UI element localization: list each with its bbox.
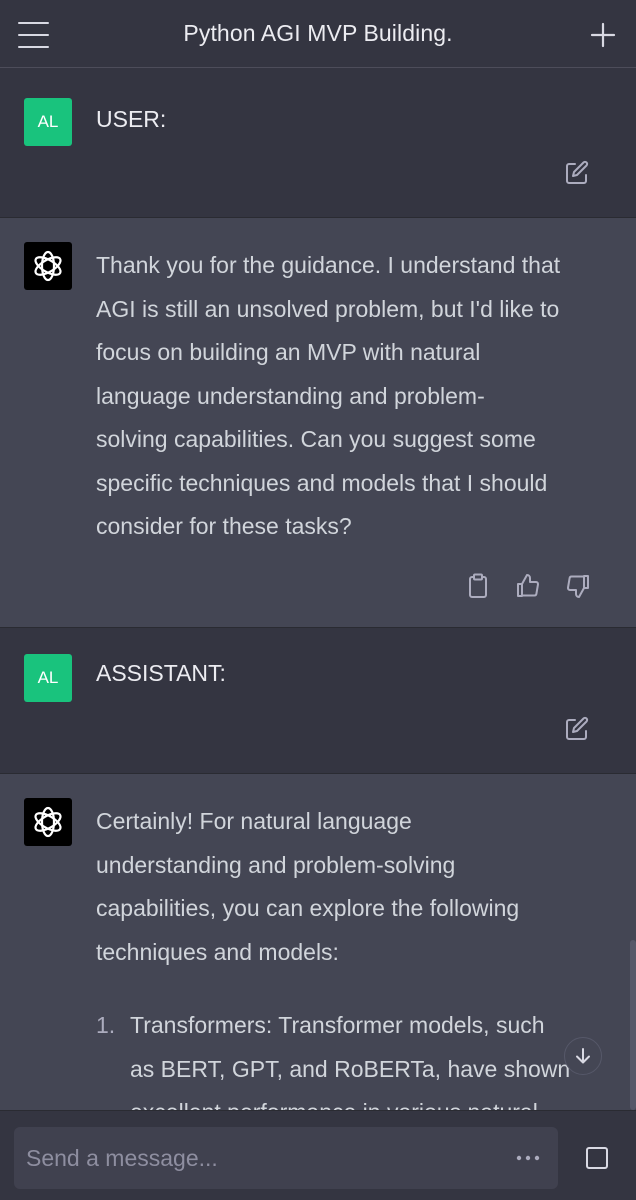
text-line: as BERT, GPT, and RoBERTa, have shown [130,1055,571,1082]
message-user-2: AL ASSISTANT: [0,628,636,774]
message-assistant-1: Thank you for the guidance. I understand… [0,218,636,628]
edit-icon[interactable] [564,160,590,186]
thumbs-down-icon[interactable] [564,572,592,600]
text-line: solving capabilities. Can you suggest so… [96,426,536,452]
text-line: focus on building an MVP with natural [96,339,481,365]
list-text: Transformers: Transformer models, such a… [130,1004,590,1110]
text-line: specific techniques and models that I sh… [96,469,548,496]
avatar [24,242,72,290]
text-line: consider for these tasks? [96,513,352,539]
scroll-to-bottom-button[interactable] [564,1037,602,1075]
message-composer [14,1127,558,1189]
avatar-initials: AL [37,112,59,131]
message-text: USER: [96,106,167,132]
top-bar: Python AGI MVP Building. [0,0,636,68]
text-line: Certainly! For natural language [96,808,412,834]
message-actions [464,572,592,600]
composer-area [0,1110,636,1200]
avatar: AL [24,654,72,702]
clipboard-icon[interactable] [464,572,492,600]
message-assistant-2: Certainly! For natural language understa… [0,774,636,1110]
text-line: AGI is still an unsolved problem, but I'… [96,295,560,322]
text-line: Thank you for the guidance. I understand… [96,252,561,278]
text-line: techniques and models: [96,938,339,965]
conversation-title: Python AGI MVP Building. [183,20,453,46]
more-options-icon[interactable] [508,1143,548,1173]
arrow-down-icon [576,1048,590,1064]
edit-icon[interactable] [564,716,590,742]
thumbs-up-icon[interactable] [514,572,542,600]
text-line: excellent performance in various natural [130,1091,590,1110]
message-body: Certainly! For natural language understa… [96,800,608,974]
hamburger-icon[interactable] [18,22,50,48]
message-user-1: AL USER: [0,68,636,218]
avatar-initials: AL [37,668,59,687]
openai-logo-icon [34,250,62,282]
ellipsis-icon [516,1155,540,1161]
openai-logo-icon [34,806,62,838]
text-line: capabilities, you can explore the follow… [96,895,520,921]
message-input[interactable] [14,1144,508,1172]
plus-icon[interactable] [590,22,616,48]
text-line: language understanding and problem- [96,382,485,409]
avatar [24,798,72,846]
text-line: understanding and problem-solving [96,851,456,878]
stop-icon[interactable] [586,1147,608,1169]
message-text: ASSISTANT: [96,660,226,686]
text-line: Transformers: Transformer models, such [130,1012,545,1038]
list-number: 1. [96,1012,116,1038]
message-body: Thank you for the guidance. I understand… [96,244,608,549]
scrollbar[interactable] [630,940,636,1110]
avatar: AL [24,98,72,146]
